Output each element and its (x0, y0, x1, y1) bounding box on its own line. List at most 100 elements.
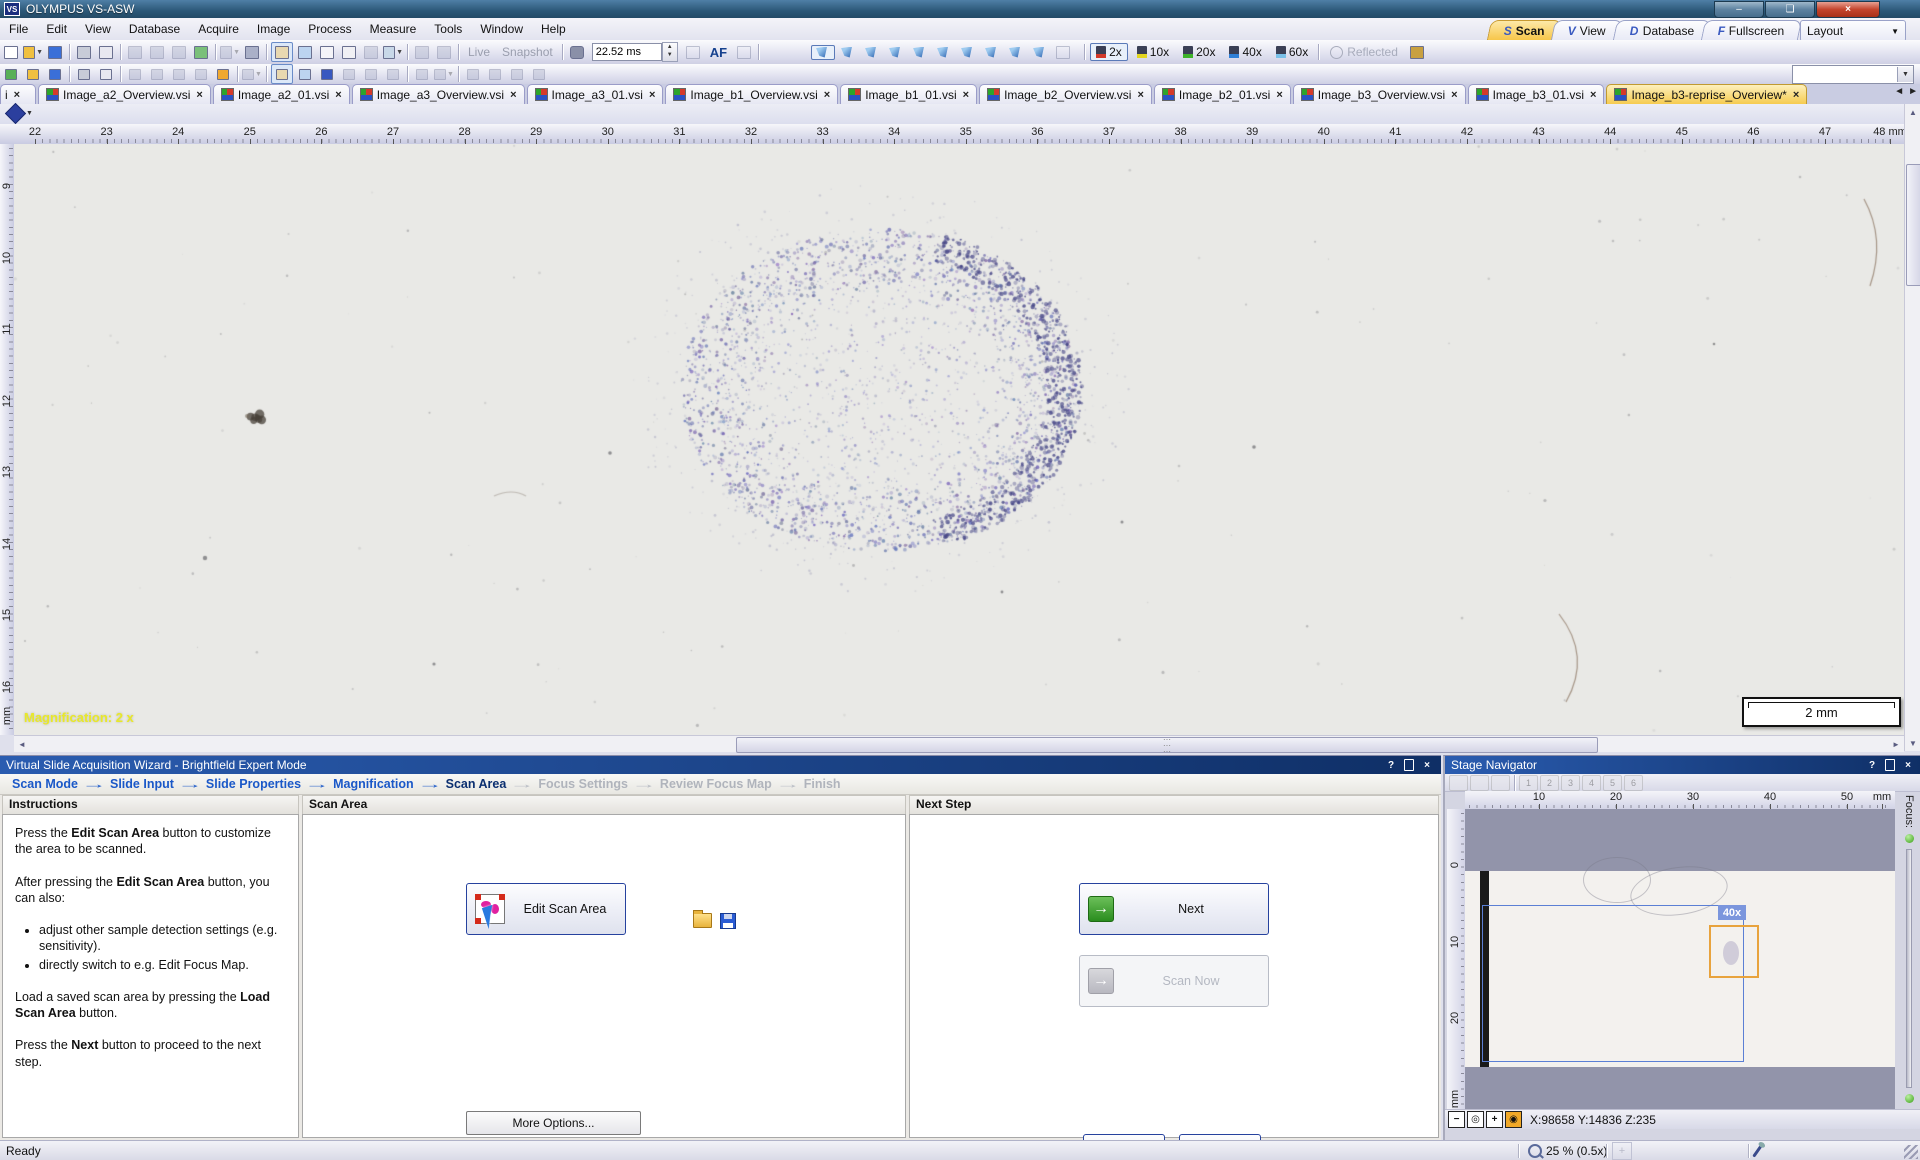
minimize-button[interactable]: – (1714, 1, 1764, 18)
print-icon[interactable] (74, 43, 94, 61)
tab-scroll-right-icon[interactable]: ► (1908, 86, 1918, 97)
scroll-down-icon[interactable]: ▼ (1905, 735, 1920, 751)
document-tab[interactable]: Image_b1_Overview.vsi× (665, 84, 838, 104)
close-tab-icon[interactable]: × (963, 89, 969, 101)
layout-dropdown[interactable]: Layout ▼ (1800, 20, 1906, 42)
filter-bfmono[interactable] (837, 46, 859, 59)
pipette-icon[interactable] (1752, 1144, 1762, 1157)
edit-scan-area-button[interactable]: Edit Scan Area (466, 883, 626, 935)
menu-file[interactable]: File (0, 19, 37, 39)
snapshot-button[interactable]: Snapshot (502, 45, 553, 59)
current-view-rectangle[interactable] (1709, 925, 1759, 978)
light-path-icon[interactable] (1407, 43, 1427, 61)
document-tab[interactable]: Image_a3_01.vsi× (527, 84, 664, 104)
close-tab-icon[interactable]: × (1276, 89, 1282, 101)
more-options-button[interactable]: More Options... (466, 1111, 641, 1135)
menu-view[interactable]: View (76, 19, 120, 39)
document-tab[interactable]: Image_b2_Overview.vsi× (979, 84, 1152, 104)
close-tab-icon[interactable]: × (824, 89, 830, 101)
vertical-scrollbar[interactable]: ▲ ▼ (1904, 104, 1920, 751)
exposure-input[interactable] (592, 43, 662, 61)
help-icon[interactable]: ? (1864, 758, 1880, 772)
slide-image-canvas[interactable] (14, 144, 1904, 735)
pin-icon[interactable] (1882, 758, 1898, 772)
document-tab[interactable]: Image_b2_01.vsi× (1154, 84, 1291, 104)
close-tab-icon[interactable]: × (1137, 89, 1143, 101)
scroll-left-icon[interactable]: ◄ (14, 737, 30, 751)
close-tab-icon[interactable]: × (196, 89, 202, 101)
close-tab-icon[interactable]: × (1451, 89, 1457, 101)
document-tab[interactable]: Image_a2_01.vsi× (213, 84, 350, 104)
scroll-right-icon[interactable]: ► (1888, 737, 1904, 751)
gallery-icon[interactable] (213, 65, 233, 83)
navigation-diamond-icon[interactable] (5, 103, 26, 124)
next-button[interactable]: → Next (1079, 883, 1269, 935)
document-tab[interactable]: Image_a2_Overview.vsi× (38, 84, 211, 104)
exposure-spinner[interactable]: ▲▼ (662, 42, 678, 62)
menu-edit[interactable]: Edit (37, 19, 76, 39)
menu-help[interactable]: Help (532, 19, 575, 39)
annotate-icon[interactable] (317, 65, 337, 83)
objective-40x[interactable]: 40x (1224, 44, 1266, 60)
restore-button[interactable]: ❏ (1765, 1, 1815, 18)
close-panel-icon[interactable]: × (1419, 758, 1435, 772)
load-scan-area-icon[interactable] (693, 913, 712, 928)
filter-fitc[interactable] (885, 46, 907, 59)
scroll-up-icon[interactable]: ▲ (1905, 104, 1920, 120)
close-panel-icon[interactable]: × (1900, 758, 1916, 772)
objective-10x[interactable]: 10x (1132, 44, 1174, 60)
focus-slider[interactable] (1906, 849, 1912, 1088)
quick-select-combobox[interactable]: ▼ (1792, 65, 1914, 84)
zoom-out-button[interactable]: − (1448, 1111, 1465, 1128)
print-small-icon[interactable] (74, 65, 94, 83)
pan-hand-icon[interactable] (271, 42, 293, 62)
menu-tools[interactable]: Tools (425, 19, 471, 39)
filter-cy5[interactable] (933, 46, 955, 59)
zoom-fit-button[interactable]: ◎ (1467, 1111, 1484, 1128)
menu-acquire[interactable]: Acquire (189, 19, 248, 39)
stage-overview-map[interactable]: 40x (1465, 809, 1895, 1109)
close-tab-icon[interactable]: × (510, 89, 516, 101)
scan-region-rectangle[interactable] (1482, 905, 1744, 1062)
close-tab-icon[interactable]: × (14, 89, 20, 101)
document-tab-partial[interactable]: i× (0, 84, 36, 104)
new-document-icon[interactable] (1, 43, 21, 61)
resize-grip[interactable] (1904, 1145, 1918, 1159)
document-tab[interactable]: Image_a3_Overview.vsi× (352, 84, 525, 104)
magnifier-small-icon[interactable] (295, 65, 315, 83)
wizard-step-slide-properties[interactable]: Slide Properties (206, 777, 301, 791)
measure-tool-icon[interactable]: ▼ (383, 43, 403, 61)
document-tab[interactable]: Image_b1_01.vsi× (840, 84, 977, 104)
center-stage-button[interactable]: ◉ (1505, 1111, 1522, 1128)
close-tab-icon[interactable]: × (649, 89, 655, 101)
wizard-step-slide-input[interactable]: Slide Input (110, 777, 174, 791)
menu-database[interactable]: Database (120, 19, 189, 39)
close-tab-icon[interactable]: × (1590, 89, 1596, 101)
tab-scroll-left-icon[interactable]: ◄ (1894, 86, 1904, 97)
close-tab-icon[interactable]: × (335, 89, 341, 101)
db-insert-icon[interactable] (1, 65, 21, 83)
filter-tritc-5[interactable] (1029, 46, 1051, 59)
wizard-step-scan-area[interactable]: Scan Area (446, 777, 507, 791)
db-save-icon[interactable] (45, 65, 65, 83)
menu-measure[interactable]: Measure (361, 19, 426, 39)
insert-image-icon[interactable] (191, 43, 211, 61)
objective-60x[interactable]: 60x (1271, 44, 1313, 60)
hand-small-icon[interactable] (271, 64, 293, 84)
menu-process[interactable]: Process (299, 19, 360, 39)
filter-dapi-25[interactable] (981, 46, 1003, 59)
close-tab-icon[interactable]: × (1793, 89, 1799, 101)
pin-icon[interactable] (1401, 758, 1417, 772)
print-preview-icon[interactable] (96, 65, 116, 83)
close-button[interactable]: × (1816, 1, 1880, 18)
mode-tab-fullscreen[interactable]: FFullscreen (1701, 20, 1802, 40)
filter-dapi[interactable] (861, 46, 883, 59)
vertical-scroll-thumb[interactable] (1906, 164, 1920, 286)
autofocus-button[interactable]: AF (710, 45, 727, 60)
help-icon[interactable]: ? (1383, 758, 1399, 772)
filter-bf[interactable] (811, 45, 835, 60)
document-tab[interactable]: Image_b3-reprise_Overview*× (1606, 84, 1807, 104)
save-scan-area-icon[interactable] (720, 913, 736, 929)
overflow-chevron-icon[interactable] (242, 43, 262, 61)
zoom-in-button[interactable]: + (1486, 1111, 1503, 1128)
